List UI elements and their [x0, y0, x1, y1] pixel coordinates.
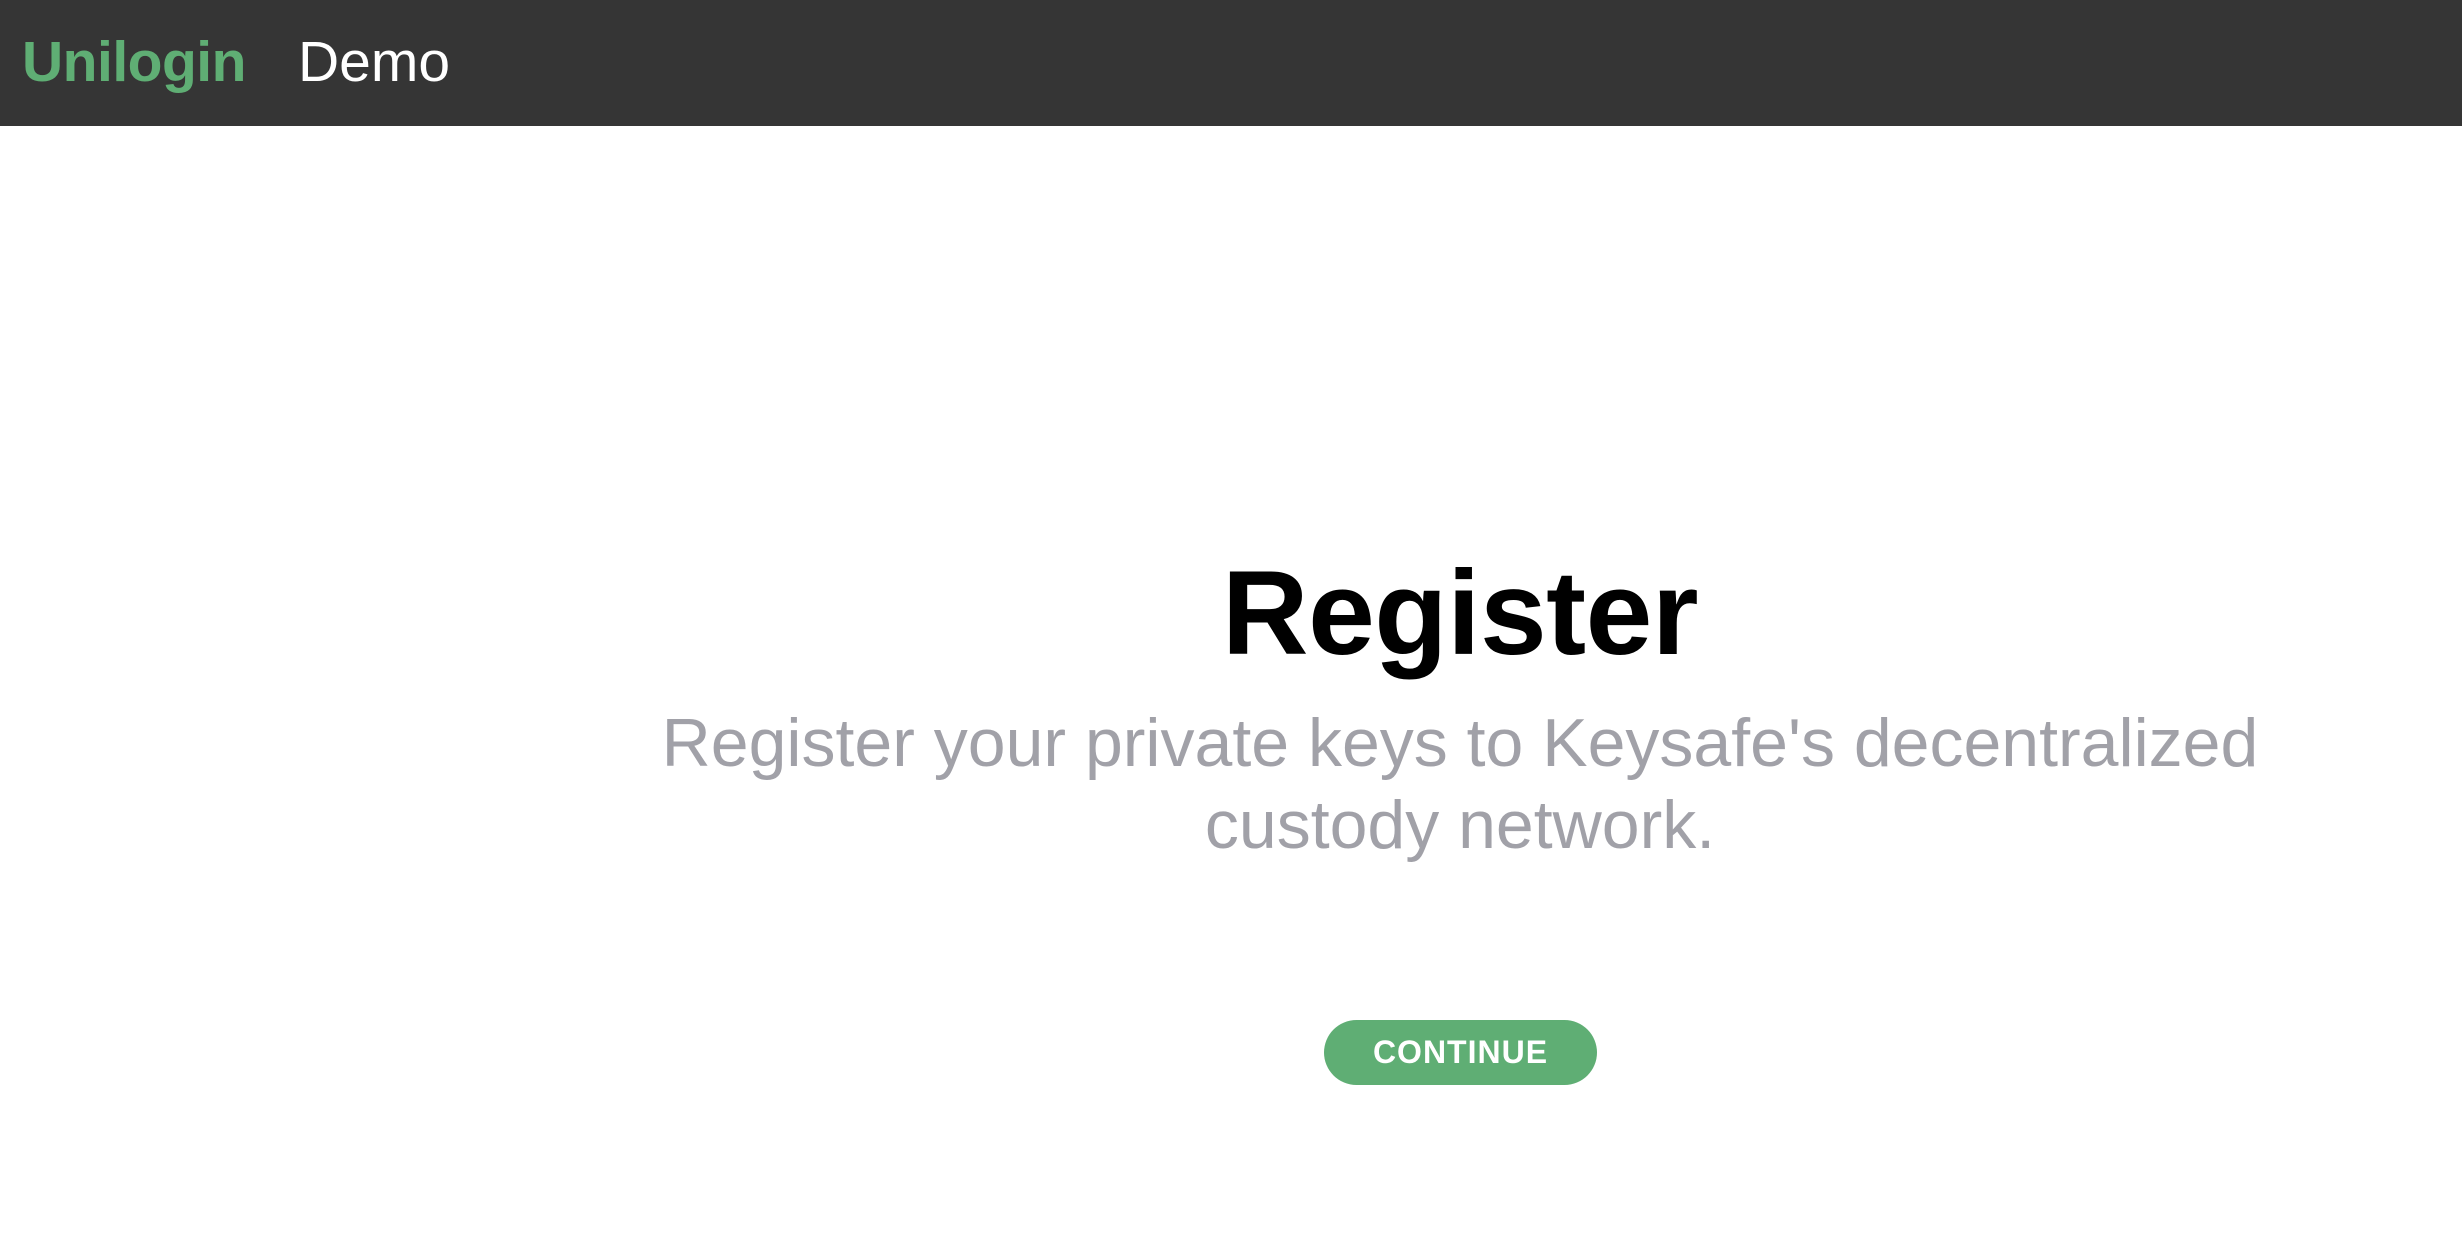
- brand-suffix: Demo: [298, 30, 451, 94]
- brand-logo-text[interactable]: Unilogin: [22, 30, 246, 94]
- page-title: Register: [1221, 546, 1699, 680]
- continue-button[interactable]: CONTINUE: [1324, 1020, 1597, 1085]
- page-subtitle: Register your private keys to Keysafe's …: [661, 705, 2259, 863]
- register-panel: Register Register your private keys to K…: [540, 0, 2380, 1256]
